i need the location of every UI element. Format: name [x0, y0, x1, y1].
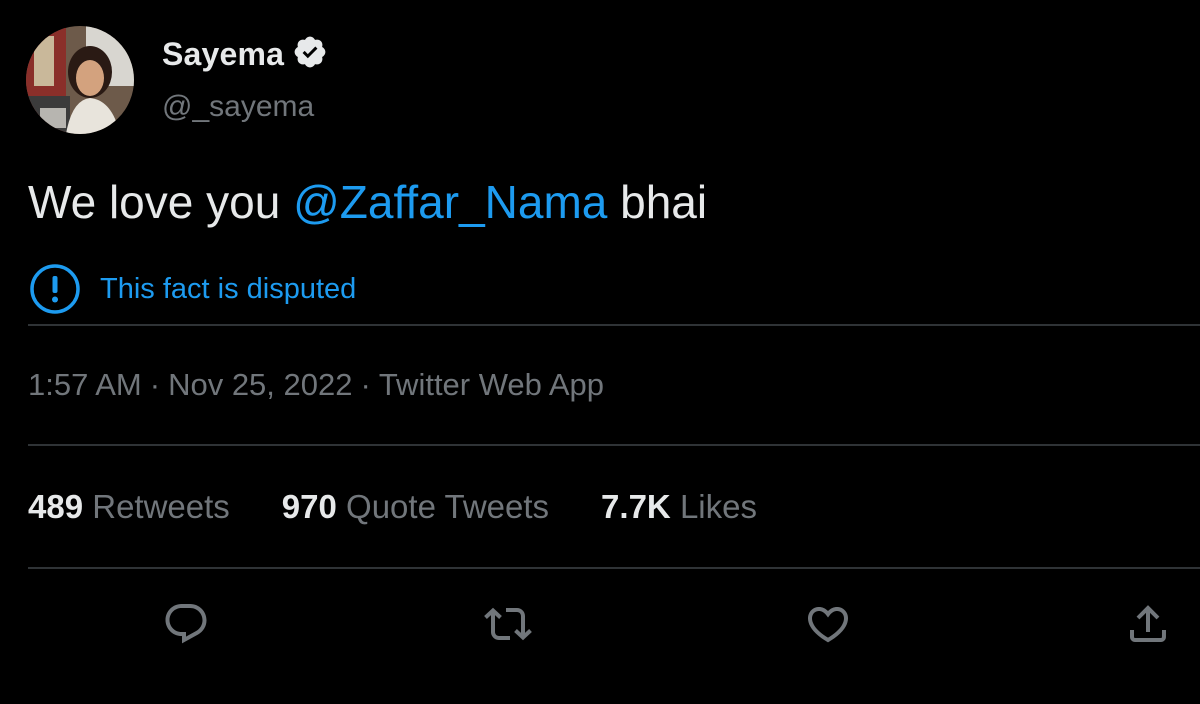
exclamation-circle-icon: [30, 264, 80, 314]
retweets-stat[interactable]: 489 Retweets: [28, 488, 230, 526]
tweet-source[interactable]: Twitter Web App: [379, 367, 604, 402]
retweet-icon: [484, 607, 532, 641]
divider: [28, 324, 1200, 326]
heart-icon: [807, 607, 849, 643]
retweet-button[interactable]: [480, 596, 536, 652]
disputed-notice[interactable]: This fact is disputed: [28, 262, 356, 316]
tweet-text-before: We love you: [28, 176, 294, 228]
author-name-row[interactable]: Sayema: [162, 36, 328, 73]
tweet-text: We love you @Zaffar_Nama bhai: [28, 175, 707, 229]
action-bar: [0, 596, 1200, 656]
display-name[interactable]: Sayema: [162, 36, 284, 73]
meta-separator: ·: [149, 367, 161, 402]
retweets-label: Retweets: [92, 488, 230, 525]
share-icon: [1130, 605, 1166, 642]
divider: [28, 444, 1200, 446]
share-button[interactable]: [1120, 596, 1176, 652]
reply-icon: [165, 604, 207, 644]
avatar[interactable]: [26, 26, 134, 134]
quotes-label: Quote Tweets: [346, 488, 550, 525]
quotes-stat[interactable]: 970 Quote Tweets: [282, 488, 549, 526]
likes-count: 7.7K: [601, 488, 671, 525]
likes-stat[interactable]: 7.7K Likes: [601, 488, 757, 526]
likes-label: Likes: [679, 488, 757, 525]
tweet-detail: Sayema @_sayema We love you @Zaffar_Nama…: [0, 0, 1200, 704]
retweets-count: 489: [28, 488, 84, 525]
tweet-time[interactable]: 1:57 AM: [28, 367, 142, 402]
reply-button[interactable]: [158, 596, 214, 652]
tweet-text-after: bhai: [607, 176, 708, 228]
mention-link[interactable]: @Zaffar_Nama: [293, 176, 607, 228]
meta-separator: ·: [360, 367, 371, 402]
quotes-count: 970: [281, 488, 337, 525]
like-button[interactable]: [800, 596, 856, 652]
divider: [28, 567, 1200, 569]
verified-badge-icon: [294, 36, 326, 67]
notice-text[interactable]: This fact is disputed: [100, 273, 356, 306]
tweet-date[interactable]: Nov 25, 2022: [168, 367, 352, 402]
tweet-stats: 489 Retweets 970 Quote Tweets 7.7K Likes: [28, 488, 757, 526]
tweet-meta: 1:57 AM · Nov 25, 2022 · Twitter Web App: [28, 367, 604, 403]
author-handle[interactable]: @_sayema: [162, 90, 314, 124]
